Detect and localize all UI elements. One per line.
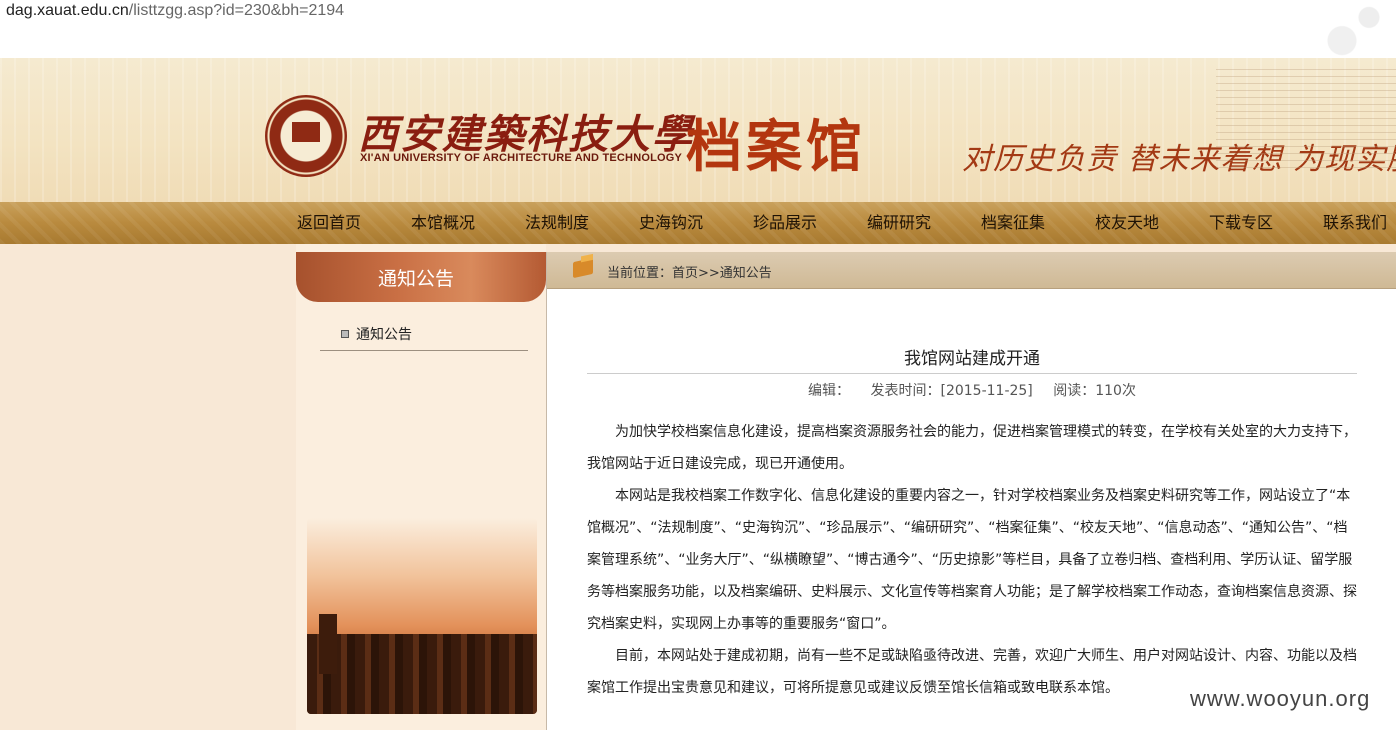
nav-item-downloads[interactable]: 下载专区	[1184, 202, 1298, 244]
nav-item-collection[interactable]: 档案征集	[956, 202, 1070, 244]
sidebar-heading: 通知公告	[296, 252, 546, 302]
breadcrumb-text: 当前位置：首页>>通知公告	[607, 266, 772, 281]
campus-photo	[307, 518, 537, 714]
sidebar-item-notices[interactable]: 通知公告	[320, 320, 528, 351]
watermark-text: www.wooyun.org	[1190, 686, 1371, 711]
nav-item-research[interactable]: 编研研究	[842, 202, 956, 244]
url-text: dag.xauat.edu.cn/listtzgg.asp?id=230&bh=…	[6, 2, 345, 19]
nav-item-treasures[interactable]: 珍品展示	[728, 202, 842, 244]
title-divider	[587, 373, 1357, 374]
sidebar-item-label: 通知公告	[356, 327, 412, 343]
sidebar-heading-text: 通知公告	[377, 268, 454, 290]
site-header: 西安建築科技大學 XI'AN UNIVERSITY OF ARCHITECTUR…	[0, 58, 1396, 202]
university-name-en: XI'AN UNIVERSITY OF ARCHITECTURE AND TEC…	[360, 152, 683, 164]
nav-item-alumni[interactable]: 校友天地	[1070, 202, 1184, 244]
article-read-count: 阅读：110次	[1053, 383, 1136, 399]
building-sketch-image	[1216, 68, 1396, 168]
article-title: 我馆网站建成开通	[904, 349, 1040, 369]
article-paragraph-1: 为加快学校档案信息化建设，提高档案资源服务社会的能力，促进档案管理模式的转变，在…	[587, 424, 1357, 472]
seal-building-icon	[292, 122, 320, 142]
article-meta: 编辑： 发表时间：[2015-11-25] 阅读：110次	[587, 380, 1357, 400]
nav-item-home[interactable]: 返回首页	[272, 202, 386, 244]
article-body: 为加快学校档案信息化建设，提高档案资源服务社会的能力，促进档案管理模式的转变，在…	[587, 416, 1358, 704]
square-bullet-icon	[341, 330, 349, 338]
archive-title: 档案馆	[686, 115, 866, 180]
city-skyline	[307, 634, 537, 714]
article-publish-time: 发表时间：[2015-11-25]	[870, 383, 1033, 399]
top-spacer	[0, 26, 1396, 58]
decorative-swirl	[1306, 0, 1396, 58]
nav-item-contact[interactable]: 联系我们	[1298, 202, 1396, 244]
tower-building	[319, 614, 337, 674]
nav-item-overview[interactable]: 本馆概况	[386, 202, 500, 244]
university-seal-logo[interactable]	[265, 95, 347, 177]
breadcrumb: 当前位置：首页>>通知公告	[547, 252, 1396, 289]
article-editor: 编辑：	[808, 383, 851, 399]
main-nav: 返回首页 本馆概况 法规制度 史海钩沉 珍品展示 编研研究 档案征集 校友天地 …	[0, 202, 1396, 244]
nav-item-regulations[interactable]: 法规制度	[500, 202, 614, 244]
nav-item-history[interactable]: 史海钩沉	[614, 202, 728, 244]
book-icon	[573, 257, 593, 279]
article-paragraph-2: 本网站是我校档案工作数字化、信息化建设的重要内容之一，针对学校档案业务及档案史料…	[587, 488, 1357, 632]
address-bar[interactable]: dag.xauat.edu.cn/listtzgg.asp?id=230&bh=…	[0, 0, 1396, 26]
nav-list: 返回首页 本馆概况 法规制度 史海钩沉 珍品展示 编研研究 档案征集 校友天地 …	[272, 202, 1396, 244]
